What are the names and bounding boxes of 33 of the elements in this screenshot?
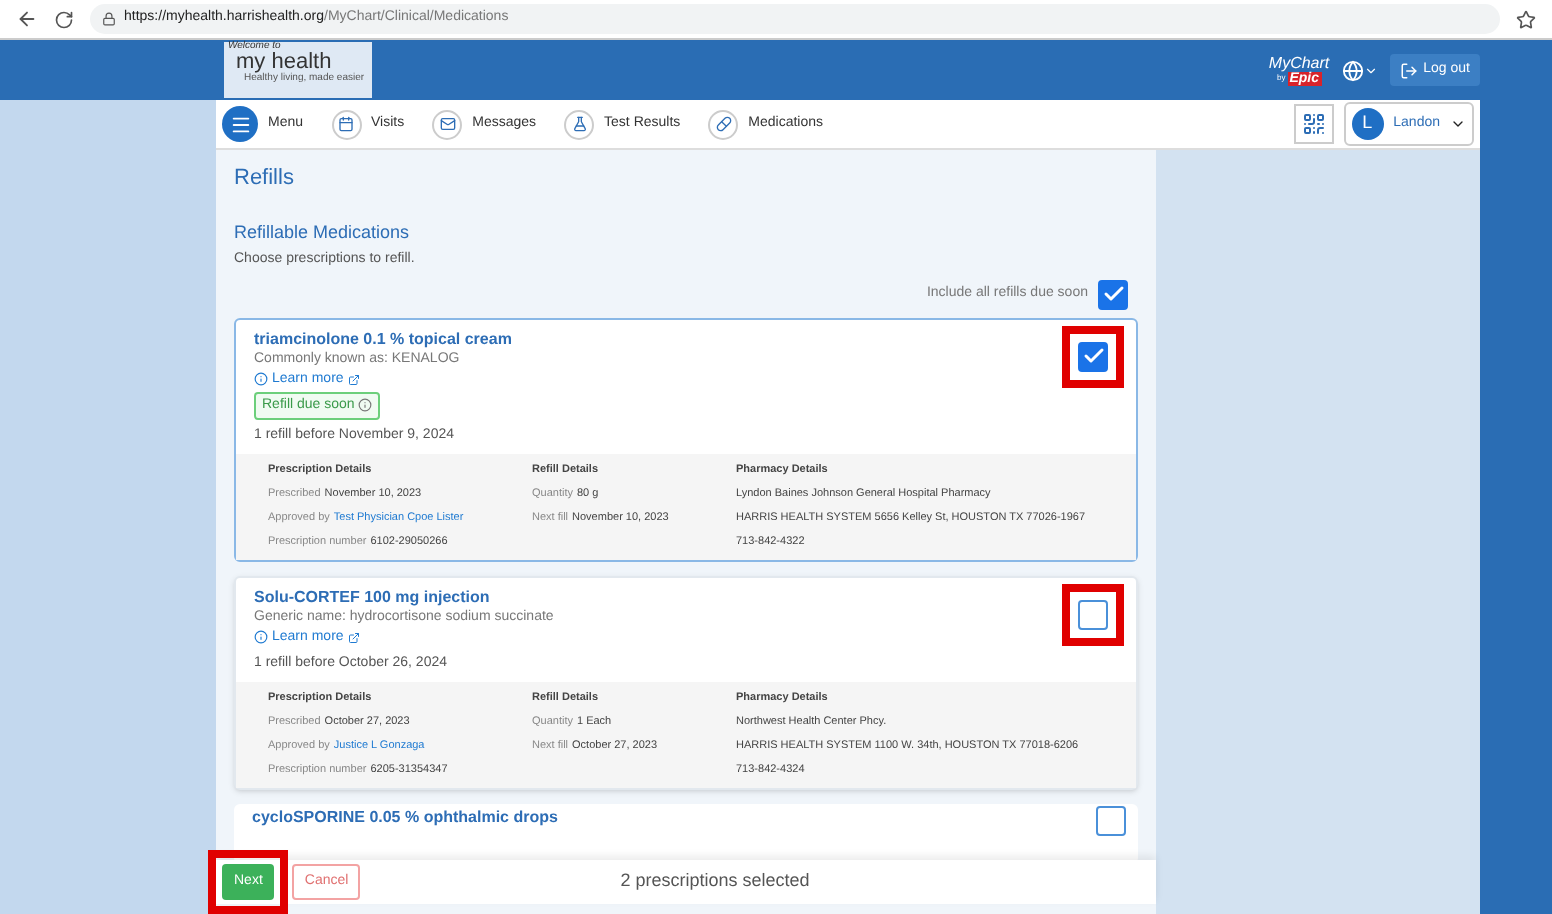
globe-icon xyxy=(1341,59,1364,81)
select-checkbox[interactable] xyxy=(1078,341,1108,371)
medication-name[interactable]: cycloSPORINE 0.05 % ophthalmic drops xyxy=(252,805,558,863)
lock-icon xyxy=(102,12,116,26)
logout-icon xyxy=(1399,61,1418,79)
favorite-icon[interactable] xyxy=(1516,9,1536,29)
menu-icon xyxy=(229,113,251,135)
pill-icon xyxy=(715,116,732,132)
flask-icon xyxy=(571,116,588,132)
selection-status: 2 prescriptions selected xyxy=(620,868,810,895)
mychart-logo: MyChart xyxy=(1268,55,1330,71)
external-link-icon xyxy=(347,373,360,385)
caret-icon xyxy=(1450,116,1466,132)
caret-icon xyxy=(1363,63,1378,77)
language-button[interactable] xyxy=(1341,59,1378,81)
qr-code-button[interactable] xyxy=(1293,104,1334,144)
include-all-checkbox[interactable] xyxy=(1098,279,1128,309)
envelope-icon xyxy=(439,116,456,132)
back-icon[interactable] xyxy=(16,8,38,30)
reload-icon[interactable] xyxy=(54,9,74,29)
info-icon xyxy=(358,398,373,412)
page-title: Refills xyxy=(234,164,296,194)
qr-code-icon xyxy=(1301,112,1326,136)
info-icon xyxy=(254,630,268,644)
medication-name[interactable]: triamcinolone 0.1 % topical cream xyxy=(254,329,512,349)
section-title: Refillable Medications xyxy=(234,219,412,245)
external-link-icon xyxy=(347,631,360,643)
calendar-icon xyxy=(338,116,355,132)
logo-name: my health xyxy=(234,52,332,74)
medication-name[interactable]: Solu-CORTEF 100 mg injection xyxy=(254,587,554,607)
info-icon xyxy=(254,372,268,386)
select-checkbox[interactable] xyxy=(1096,805,1126,835)
select-checkbox[interactable] xyxy=(1078,599,1108,629)
